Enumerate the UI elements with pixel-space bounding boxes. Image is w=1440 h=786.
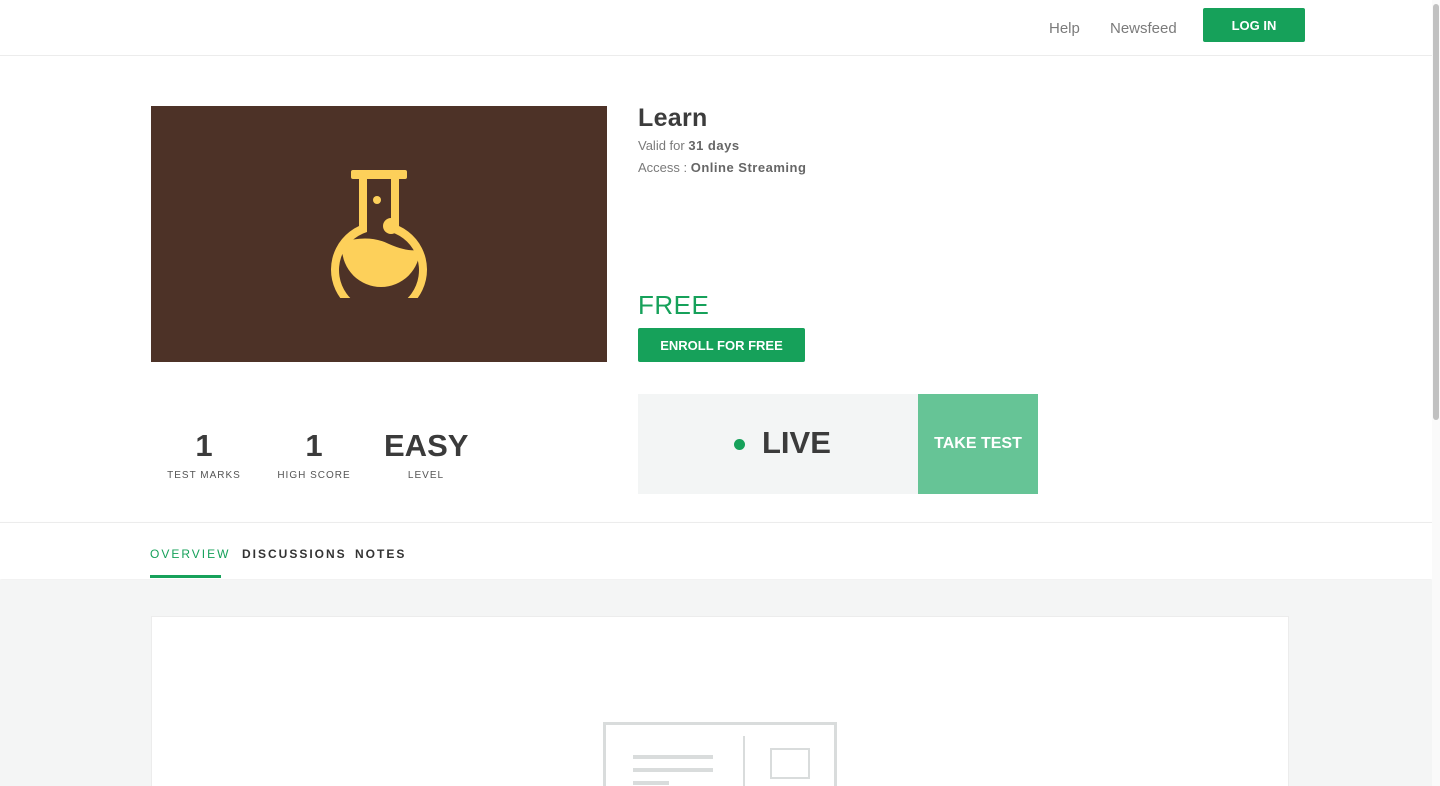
validity-label: Valid for: [638, 138, 685, 153]
stat-level: EASY LEVEL: [384, 426, 468, 481]
live-status-box: LIVE: [638, 394, 918, 494]
empty-state-illustration: [603, 722, 837, 786]
access-info: Access : Online Streaming: [638, 160, 806, 175]
top-navbar: Help Newsfeed LOG IN: [0, 0, 1440, 56]
nav-help-link[interactable]: Help: [1049, 20, 1080, 37]
active-tab-indicator: [150, 575, 221, 578]
access-value: Online Streaming: [690, 160, 807, 175]
course-price: FREE: [638, 290, 710, 320]
validity-value: 31 days: [688, 138, 740, 153]
stat-high-score: 1 HIGH SCORE: [274, 426, 354, 481]
stat-label: TEST MARKS: [167, 470, 241, 481]
scrollbar-thumb[interactable]: [1433, 4, 1439, 420]
course-banner: [151, 106, 607, 362]
access-label: Access :: [638, 160, 688, 175]
flask-icon: [331, 170, 427, 298]
page: Help Newsfeed LOG IN Learn Valid for 31 …: [0, 0, 1440, 786]
login-button[interactable]: LOG IN: [1203, 8, 1305, 42]
tab-notes[interactable]: NOTES: [355, 547, 406, 561]
stat-label: LEVEL: [407, 470, 445, 481]
nav-newsfeed-link[interactable]: Newsfeed: [1110, 20, 1177, 37]
stat-value: 1: [305, 428, 323, 463]
stat-label: HIGH SCORE: [277, 470, 351, 481]
stat-value: EASY: [384, 428, 469, 463]
live-label: LIVE: [762, 425, 831, 460]
live-dot-icon: [734, 439, 745, 450]
validity-info: Valid for 31 days: [638, 138, 740, 153]
enroll-button[interactable]: ENROLL FOR FREE: [638, 328, 805, 362]
stat-test-marks: 1 TEST MARKS: [164, 426, 244, 481]
course-title: Learn: [638, 104, 708, 132]
tabs-bar: OVERVIEW DISCUSSIONS NOTES: [0, 522, 1432, 579]
tab-discussions[interactable]: DISCUSSIONS: [242, 547, 347, 561]
take-test-button[interactable]: TAKE TEST: [918, 394, 1038, 494]
tab-overview[interactable]: OVERVIEW: [150, 547, 230, 561]
stat-value: 1: [195, 428, 213, 463]
